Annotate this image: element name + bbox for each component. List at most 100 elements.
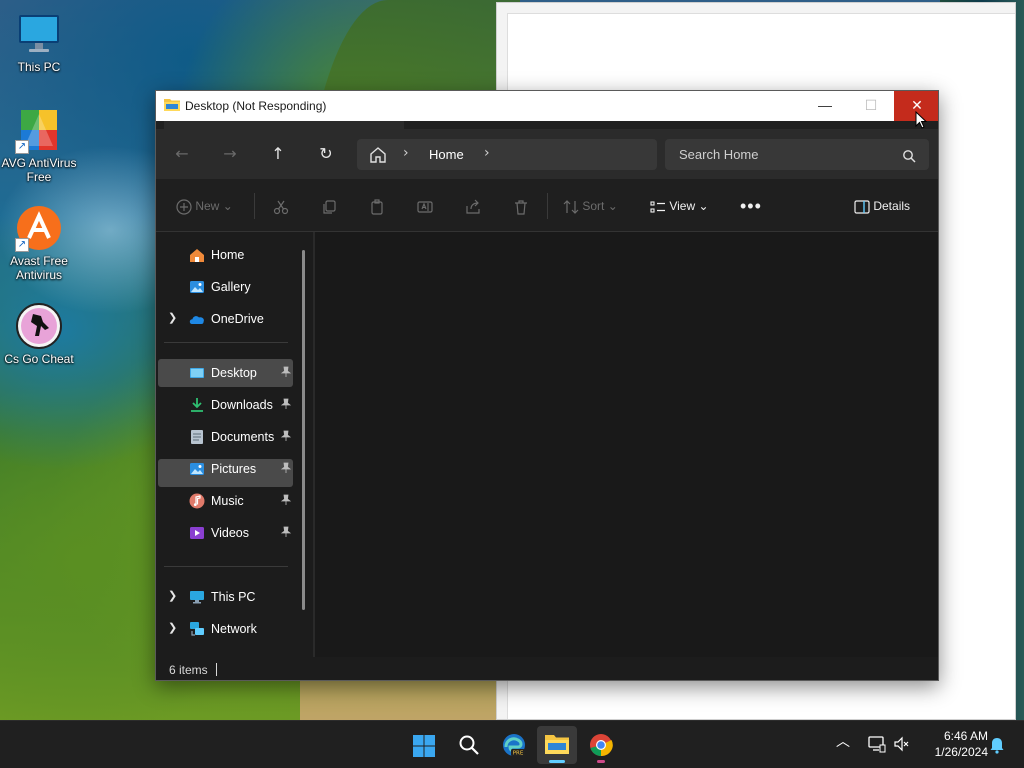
share-button[interactable] <box>465 196 481 216</box>
sort-button[interactable]: Sort ⌄ <box>563 196 618 216</box>
more-options-button[interactable]: ••• <box>740 196 762 216</box>
chrome-browser-icon <box>590 734 613 757</box>
clipboard-icon <box>371 199 383 215</box>
avast-antivirus-icon: ↗ <box>15 204 63 252</box>
sidebar-item-downloads[interactable]: Downloads <box>158 391 293 419</box>
delete-button[interactable] <box>513 196 529 216</box>
toolbar-separator <box>254 193 255 219</box>
maximize-button[interactable]: ☐ <box>848 91 894 121</box>
trash-icon <box>515 200 527 215</box>
sidebar-item-music[interactable]: Music <box>158 487 293 515</box>
music-note-icon <box>189 493 205 509</box>
picture-icon <box>190 463 204 475</box>
search-icon[interactable] <box>902 149 916 163</box>
forward-button[interactable]: → <box>216 141 244 167</box>
start-button[interactable] <box>404 726 444 764</box>
copy-icon <box>323 200 336 214</box>
file-explorer-window[interactable]: Desktop (Not Responding) — ☐ ✕ ← → ↑ ↻ ›… <box>155 90 939 681</box>
toolbar-separator <box>547 193 548 219</box>
arrow-right-icon: → <box>223 144 237 163</box>
refresh-button[interactable]: ↻ <box>312 141 340 167</box>
file-explorer-taskbar-button[interactable] <box>537 726 577 764</box>
edge-browser-icon: PRE <box>503 734 525 757</box>
view-button[interactable]: View ⌄ <box>650 196 709 216</box>
desktop-icon-avast[interactable]: ↗ Avast Free Antivirus <box>0 204 78 282</box>
folder-icon <box>164 99 180 111</box>
search-input[interactable] <box>665 139 929 170</box>
pin-icon[interactable] <box>280 494 292 506</box>
status-bar: 6 items <box>156 657 938 680</box>
chevron-right-icon[interactable]: › <box>484 145 490 161</box>
sidebar-item-pictures[interactable]: Pictures <box>158 455 293 483</box>
pin-icon[interactable] <box>280 398 292 410</box>
share-icon <box>466 199 480 214</box>
chrome-taskbar-button[interactable] <box>581 726 621 764</box>
desktop-icon-cs-go-cheat[interactable]: Cs Go Cheat <box>0 302 78 366</box>
sidebar-item-label: Pictures <box>211 462 257 476</box>
new-button[interactable]: New ⌄ <box>176 196 233 216</box>
monitor-icon <box>190 591 204 604</box>
back-button[interactable]: ← <box>168 141 196 167</box>
system-clock[interactable]: 6:46 AM 1/26/2024 <box>916 728 988 760</box>
item-count: 6 items <box>169 663 208 677</box>
address-bar[interactable]: › Home › <box>357 139 657 170</box>
pin-icon[interactable] <box>280 366 292 378</box>
desktop-icon-this-pc[interactable]: This PC <box>0 10 78 74</box>
desktop-icon-label: Cs Go Cheat <box>4 352 74 366</box>
copy-button[interactable] <box>321 196 337 216</box>
chevron-right-icon[interactable]: ❯ <box>168 589 177 602</box>
scissors-icon <box>273 200 289 214</box>
network-icon <box>190 622 204 636</box>
clock-date: 1/26/2024 <box>934 745 988 759</box>
desktop-icon-label: This PC <box>17 60 61 74</box>
desktop-icon-label: Avast Free Antivirus <box>10 254 68 282</box>
tab-home[interactable] <box>164 121 404 129</box>
sidebar-scrollbar[interactable] <box>302 250 305 610</box>
sidebar-item-label: Documents <box>211 430 275 444</box>
pin-icon[interactable] <box>280 462 292 474</box>
sidebar-divider <box>164 566 288 567</box>
up-button[interactable]: ↑ <box>264 141 292 167</box>
sidebar-item-label: This PC <box>211 590 256 604</box>
paste-button[interactable] <box>369 196 385 216</box>
plus-circle-icon <box>176 199 192 215</box>
edge-preview-button[interactable]: PRE <box>494 726 534 764</box>
svg-text:PRE: PRE <box>513 751 524 757</box>
chevron-down-icon: ⌄ <box>607 199 618 213</box>
refresh-icon: ↻ <box>319 144 333 163</box>
pin-icon[interactable] <box>280 430 292 442</box>
folder-icon <box>545 735 569 754</box>
minimize-button[interactable]: — <box>802 91 848 121</box>
view-label: View <box>669 199 696 213</box>
taskbar: PRE ︿ 6:46 AM 1/26/2024 <box>0 720 1024 768</box>
text-cursor <box>216 663 217 676</box>
sort-label: Sort <box>582 199 605 213</box>
sidebar-item-videos[interactable]: Videos <box>158 519 293 547</box>
network-status-icon[interactable] <box>868 735 886 753</box>
cs-go-icon <box>15 302 63 350</box>
cut-button[interactable] <box>273 196 289 216</box>
details-button[interactable]: Details <box>854 196 910 216</box>
breadcrumb-home[interactable]: Home <box>429 147 464 162</box>
sort-icon <box>563 199 579 214</box>
pin-icon[interactable] <box>280 526 292 538</box>
sidebar-item-this-pc[interactable]: ❯ This PC <box>158 583 293 611</box>
search-taskbar-button[interactable] <box>449 726 489 764</box>
notification-bell-icon[interactable] <box>989 736 1005 754</box>
title-bar[interactable]: Desktop (Not Responding) — ☐ ✕ <box>156 91 938 121</box>
desktop-folder-icon <box>190 368 204 378</box>
chevron-right-icon[interactable]: ❯ <box>168 621 177 634</box>
sidebar-item-desktop[interactable]: Desktop <box>158 359 293 387</box>
windows-logo-icon <box>413 735 435 757</box>
sidebar-item-network[interactable]: ❯ Network <box>158 615 293 643</box>
file-list-area[interactable] <box>315 232 938 657</box>
shortcut-arrow-icon: ↗ <box>15 140 29 154</box>
show-hidden-icons-button[interactable]: ︿ <box>836 731 850 751</box>
chevron-down-icon: ⌄ <box>222 199 233 213</box>
desktop-icon-avg[interactable]: ↗ AVG AntiVirus Free <box>0 106 78 184</box>
chevron-up-icon: ︿ <box>836 733 850 749</box>
document-icon <box>191 430 203 444</box>
rename-button[interactable] <box>417 196 433 216</box>
volume-muted-icon[interactable] <box>894 736 910 752</box>
sidebar-item-documents[interactable]: Documents <box>158 423 293 451</box>
